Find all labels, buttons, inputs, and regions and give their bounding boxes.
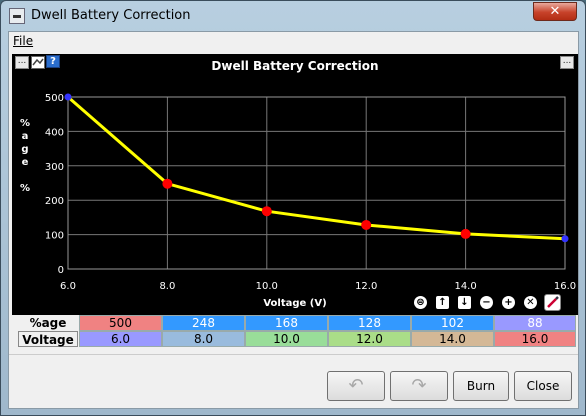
data-point xyxy=(64,93,72,101)
row-label-voltage: Voltage xyxy=(18,331,78,347)
y-tick-label: 300 xyxy=(45,162,64,173)
window-title: Dwell Battery Correction xyxy=(31,8,191,23)
redo-icon: ↷ xyxy=(411,375,427,396)
close-button[interactable]: Close xyxy=(514,371,572,401)
app-icon xyxy=(9,8,25,24)
table-cell-voltage[interactable]: 12.0 xyxy=(328,331,411,347)
undo-icon: ↶ xyxy=(348,375,364,396)
plot-frame xyxy=(67,96,566,270)
table-cell-percent[interactable]: 102 xyxy=(411,315,494,331)
client-area: File ... ? ... Dwell Battery Correction … xyxy=(8,31,579,409)
table-cell-voltage[interactable]: 14.0 xyxy=(411,331,494,347)
title-bar[interactable]: Dwell Battery Correction ✕ xyxy=(1,1,585,31)
table-cell-percent[interactable]: 168 xyxy=(245,315,328,331)
data-point xyxy=(561,235,569,243)
button-bar: ↶ ↷ Burn Close xyxy=(9,354,578,408)
redo-button[interactable]: ↷ xyxy=(390,371,448,401)
y-tick-label: 0 xyxy=(58,265,64,276)
table-cell-voltage[interactable]: 6.0 xyxy=(79,331,162,347)
table-cell-percent[interactable]: 88 xyxy=(494,315,576,331)
undo-button[interactable]: ↶ xyxy=(327,371,385,401)
burn-button[interactable]: Burn xyxy=(453,371,509,401)
y-tick-label: 200 xyxy=(45,196,64,207)
x-tick-label: 16.0 xyxy=(554,281,576,292)
table-tool-down-icon[interactable]: ↓ xyxy=(456,294,473,311)
dialog-window: Dwell Battery Correction ✕ File ... ? ..… xyxy=(0,0,586,416)
table-tool-equal-icon[interactable]: ⊜ xyxy=(412,294,429,311)
y-tick-label: 100 xyxy=(45,231,64,242)
table-tool-minus-icon[interactable]: − xyxy=(478,294,495,311)
table-cell-percent[interactable]: 500 xyxy=(79,315,162,331)
table-cell-voltage[interactable]: 8.0 xyxy=(162,331,245,347)
x-tick-label: 10.0 xyxy=(256,281,278,292)
data-point xyxy=(162,178,173,189)
table-cell-voltage[interactable]: 16.0 xyxy=(494,331,576,347)
table-tool-multiply-icon[interactable]: ✕ xyxy=(522,294,539,311)
series-line xyxy=(67,95,566,241)
table-cell-percent[interactable]: 128 xyxy=(328,315,411,331)
x-tick-label: 6.0 xyxy=(60,281,76,292)
data-point xyxy=(261,206,272,217)
table-tool-plus-icon[interactable]: + xyxy=(500,294,517,311)
data-point xyxy=(460,228,471,239)
menu-bar: File xyxy=(9,32,578,52)
table-cell-percent[interactable]: 248 xyxy=(162,315,245,331)
x-tick-label: 14.0 xyxy=(454,281,476,292)
y-tick-label: 400 xyxy=(45,127,64,138)
window-close-button[interactable]: ✕ xyxy=(533,2,577,21)
line-chart[interactable]: 6.0 8.0 10.0 12.0 14.0 16.0 0 100 200 300 400 500 xyxy=(12,54,578,315)
chart-panel: ... ? ... Dwell Battery Correction % a g e%… xyxy=(12,54,578,315)
data-point xyxy=(361,219,372,230)
x-tick-label: 12.0 xyxy=(355,281,377,292)
table-tool-up-icon[interactable]: ↑ xyxy=(434,294,451,311)
row-label-percent: %age xyxy=(29,316,67,330)
x-tick-label: 8.0 xyxy=(159,281,175,292)
menu-file[interactable]: File xyxy=(13,34,33,48)
table-cell-voltage[interactable]: 10.0 xyxy=(245,331,328,347)
y-tick-label: 500 xyxy=(45,93,64,104)
table-tool-edit-icon[interactable] xyxy=(544,294,561,311)
